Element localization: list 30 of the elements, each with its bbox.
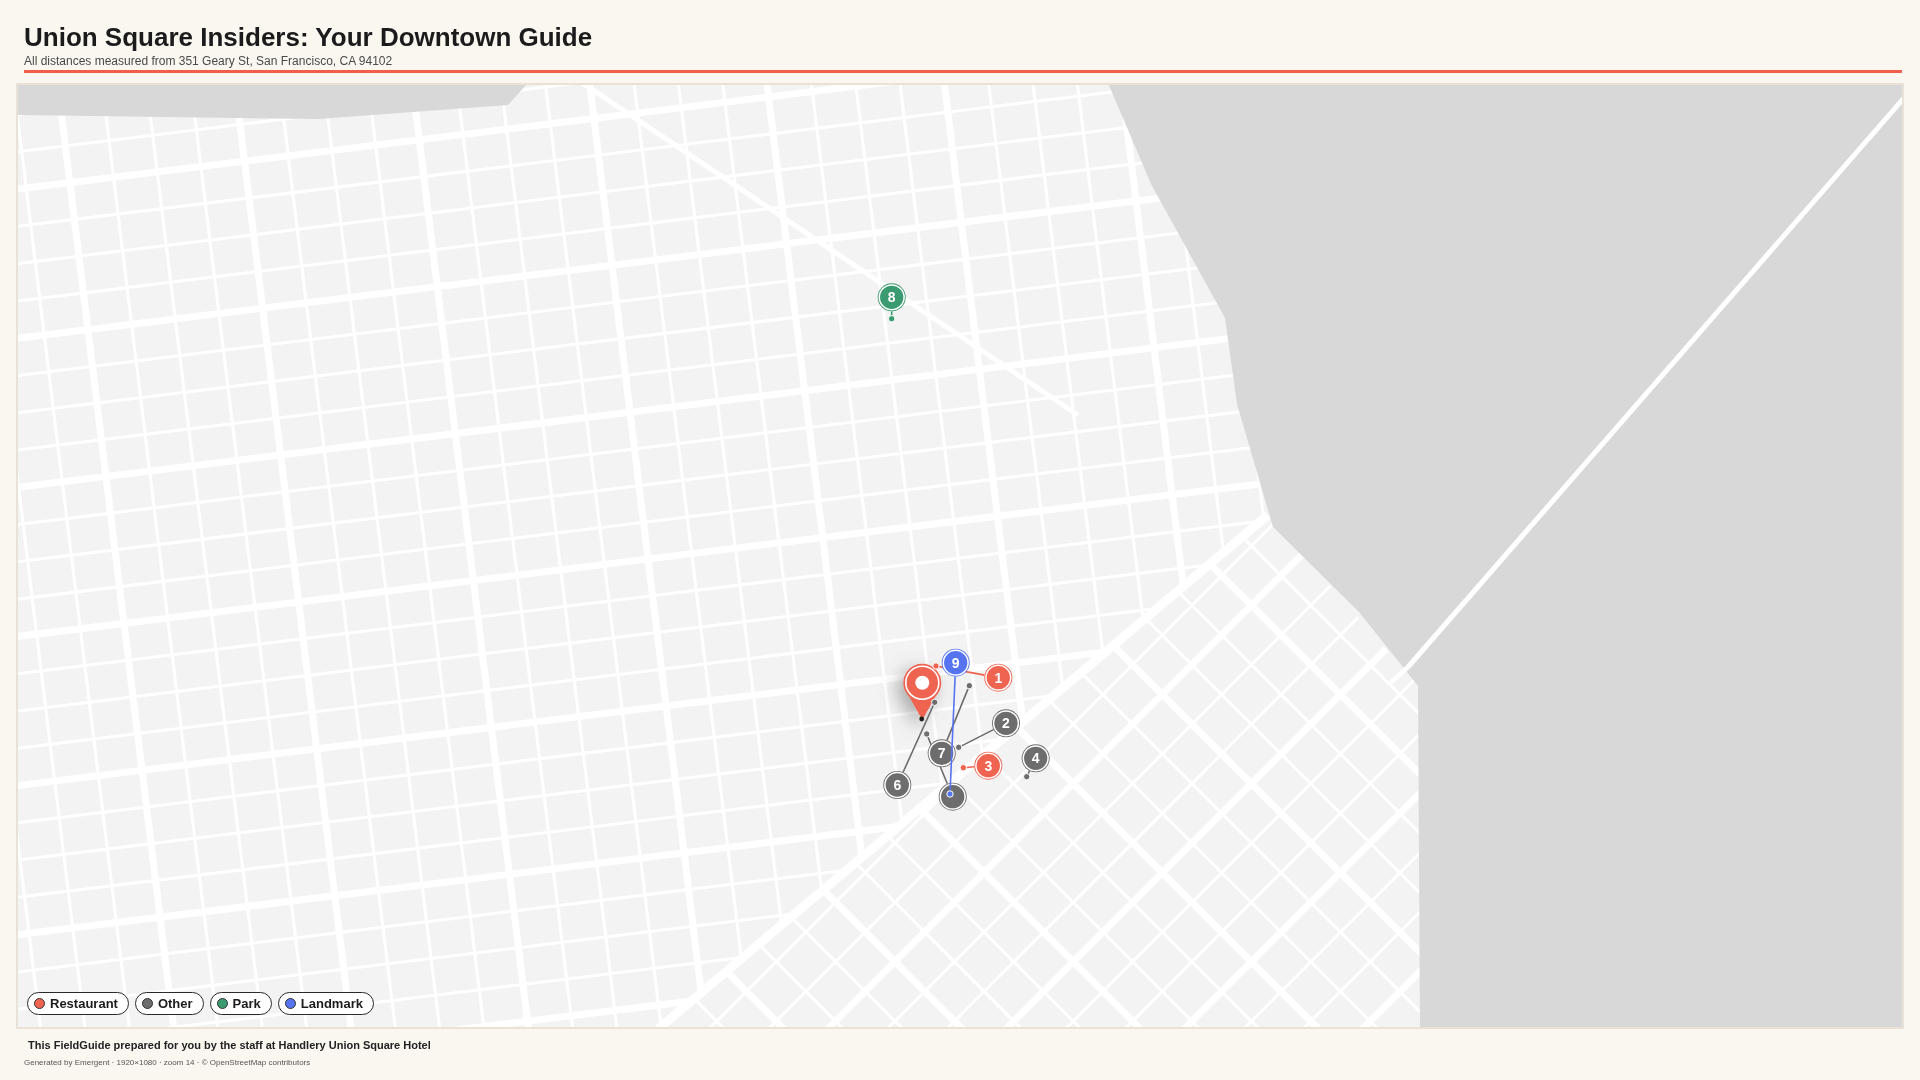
location-dot-icon: [965, 682, 973, 690]
location-dot-icon: [1023, 773, 1031, 781]
location-dot-icon: [946, 790, 954, 798]
leader-line: [890, 310, 893, 317]
footer-attribution: Generated by Emergent · 1920×1080 · zoom 14 · © OpenStreetMap contributors: [24, 1058, 311, 1068]
map-marker[interactable]: 9: [941, 648, 970, 677]
legend-label: Park: [232, 996, 261, 1011]
map-pin-icon: [903, 663, 942, 722]
page-subtitle: All distances measured from 351 Geary St, San Francisco, CA 94102: [24, 54, 393, 68]
map-marker[interactable]: 4: [1021, 744, 1050, 773]
legend-label: Other: [157, 996, 193, 1011]
page-title: Union Square Insiders: Your Downtown Guide: [24, 22, 593, 52]
location-dot-icon: [932, 662, 940, 670]
legend-label: Restaurant: [50, 996, 118, 1011]
location-dot-icon: [959, 764, 967, 772]
map-marker[interactable]: 7: [927, 739, 956, 768]
location-dot-icon: [955, 743, 963, 751]
location-dot-icon: [923, 730, 931, 738]
leader-line: [1027, 770, 1031, 775]
map-marker[interactable]: 6: [883, 771, 912, 799]
leader-line: [965, 766, 976, 769]
location-dot-icon: [888, 315, 896, 323]
map-marker[interactable]: 8: [877, 283, 906, 312]
map-marker[interactable]: [938, 782, 967, 811]
map-marker[interactable]: 2: [992, 709, 1020, 738]
map-marker[interactable]: 3: [974, 751, 1003, 780]
map-marker[interactable]: 1: [984, 663, 1013, 692]
location-dot-icon: [931, 698, 939, 706]
legend-label: Landmark: [300, 996, 363, 1011]
footer-credit: This FieldGuide prepared for you by the staff at Handlery Union Square Hotel: [28, 1038, 431, 1052]
